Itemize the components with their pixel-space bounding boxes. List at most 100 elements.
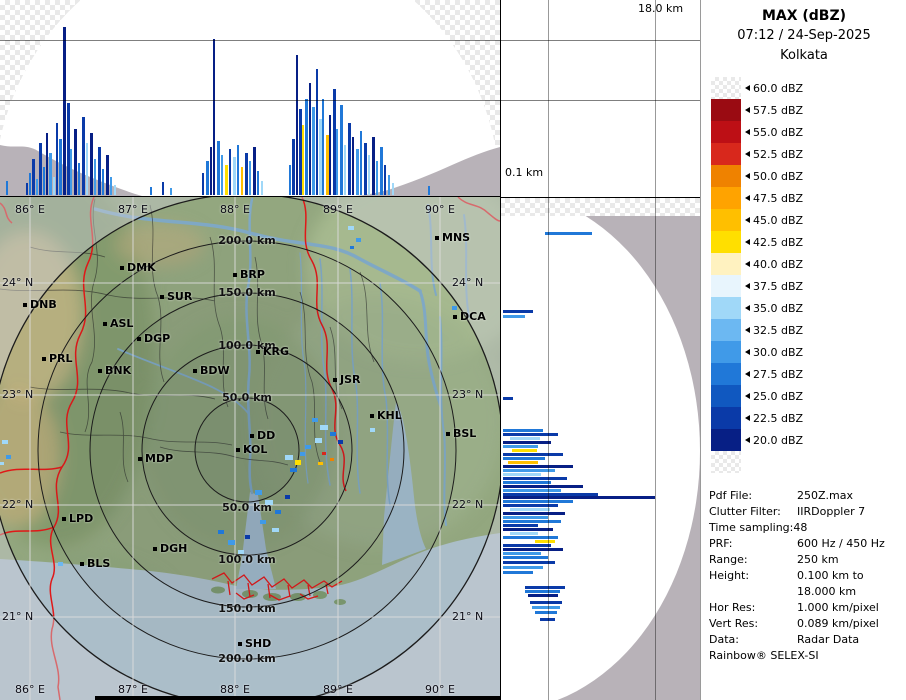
city-name: SHD [245, 637, 272, 650]
echo-bar [503, 445, 538, 448]
echo-bar [392, 183, 394, 195]
scale-value-text: 60.0 dBZ [753, 81, 804, 95]
echo-bar [376, 161, 378, 195]
echo-bar [535, 611, 557, 614]
echo-bar [213, 39, 215, 195]
echo-bar [46, 133, 48, 195]
echo-bar [510, 532, 538, 535]
echo-bar [70, 149, 72, 195]
latitude-label: 21° N [452, 610, 484, 623]
legend-scale-row: 45.0 dBZ [711, 209, 803, 231]
legend-scale-label: 55.0 dBZ [745, 126, 803, 139]
scale-tick-arrow [745, 283, 750, 289]
echo-bar [53, 177, 55, 195]
city-dot [446, 431, 450, 436]
longitude-label: 89° E [323, 203, 353, 216]
legend-panel: MAX (dBZ) 07:12 / 24-Sep-2025 Kolkata 60… [700, 0, 906, 700]
legend-scale-row: 57.5 dBZ [711, 99, 803, 121]
legend-scale-row: 22.5 dBZ [711, 407, 803, 429]
legend-scale-row: 32.5 dBZ [711, 319, 803, 341]
legend-scale: 60.0 dBZ 57.5 dBZ 55.0 dBZ 52.5 dBZ 50.0 dBZ… [711, 77, 803, 473]
echo-bar [233, 157, 236, 195]
meta-row: Clutter Filter: IIRDoppler 7 [709, 504, 905, 520]
longitude-label: 87° E [118, 203, 148, 216]
meta-row: Height: 0.100 km to [709, 568, 905, 584]
echo-bar [249, 161, 251, 195]
radar-display-window: 18.0 km 0.1 km 86° E 86° E 87° E 87° E 8… [0, 0, 906, 700]
echo-bar [380, 147, 383, 195]
city-name: DMK [127, 261, 156, 274]
echo-bar [6, 181, 8, 195]
meta-key [709, 584, 797, 600]
legend-color-swatch [711, 407, 741, 429]
meta-row: Data: Radar Data [709, 632, 905, 648]
echo-bar [532, 606, 560, 609]
echo-bar [525, 586, 565, 589]
meta-row: 18.000 km [709, 584, 905, 600]
city-label: DGP [137, 332, 170, 345]
echo-bar [43, 167, 45, 195]
city-dot [193, 368, 197, 373]
echo-bar [316, 69, 318, 195]
city-dot [120, 265, 124, 270]
scale-tick-arrow [745, 173, 750, 179]
scale-value-text: 50.0 dBZ [753, 169, 804, 183]
range-ring-label: 50.0 km [222, 501, 272, 514]
echo-bar [503, 536, 558, 539]
echo-bar [503, 571, 533, 574]
legend-scale-label: 22.5 dBZ [745, 412, 803, 425]
longitude-label: 89° E [323, 683, 353, 696]
scale-tick-arrow [745, 217, 750, 223]
legend-header: MAX (dBZ) 07:12 / 24-Sep-2025 Kolkata [701, 6, 906, 66]
echo-bar [202, 173, 204, 195]
legend-color-swatch [711, 451, 741, 473]
echo-bar [56, 123, 58, 195]
scale-value-text: 22.5 dBZ [753, 411, 804, 425]
meta-value: 600 Hz / 450 Hz [797, 537, 885, 550]
longitude-label: 90° E [425, 683, 455, 696]
latitude-label: 24° N [452, 276, 484, 289]
echo-bar [503, 465, 573, 468]
echo-bar [388, 175, 390, 195]
city-label: BNK [98, 364, 131, 377]
echo-bar [503, 512, 565, 515]
echo-bar [241, 167, 243, 195]
city-dot [62, 516, 66, 521]
echo-bar [344, 145, 346, 195]
city-name: MDP [145, 452, 174, 465]
scale-value-text: 40.0 dBZ [753, 257, 804, 271]
echo-bar [94, 159, 96, 195]
city-dot [238, 641, 242, 646]
echo-bar [525, 590, 560, 593]
meta-value: 250Z.max [797, 489, 853, 502]
legend-scale-row: 20.0 dBZ [711, 429, 803, 451]
echo-bar [162, 182, 164, 195]
legend-scale-label: 25.0 dBZ [745, 390, 803, 403]
city-label: SUR [160, 290, 192, 303]
city-name: DGP [144, 332, 171, 345]
echo-bar [106, 155, 109, 195]
height-gridline [548, 0, 549, 700]
city-name: KHL [377, 409, 402, 422]
scale-tick-arrow [745, 371, 750, 377]
city-dot [153, 546, 157, 551]
meta-value: 0.089 km/pixel [797, 617, 879, 630]
legend-scale-row: 37.5 dBZ [711, 275, 803, 297]
city-name: ASL [110, 317, 134, 330]
echo-bar [110, 177, 112, 195]
legend-color-swatch [711, 121, 741, 143]
vertical-projection-right-panel [500, 197, 700, 700]
latitude-label: 21° N [2, 610, 34, 623]
echo-bar [49, 153, 52, 195]
city-dot [370, 413, 374, 418]
echo-bar [503, 504, 558, 507]
echo-bar [503, 429, 543, 432]
city-name: DCA [460, 310, 486, 323]
legend-scale-row: 52.5 dBZ [711, 143, 803, 165]
echo-bar [78, 163, 80, 195]
echo-bar [170, 188, 172, 195]
echo-bar [360, 131, 362, 195]
echo-bar [102, 169, 104, 195]
echo-bar [503, 496, 655, 499]
echo-bar [503, 500, 573, 503]
